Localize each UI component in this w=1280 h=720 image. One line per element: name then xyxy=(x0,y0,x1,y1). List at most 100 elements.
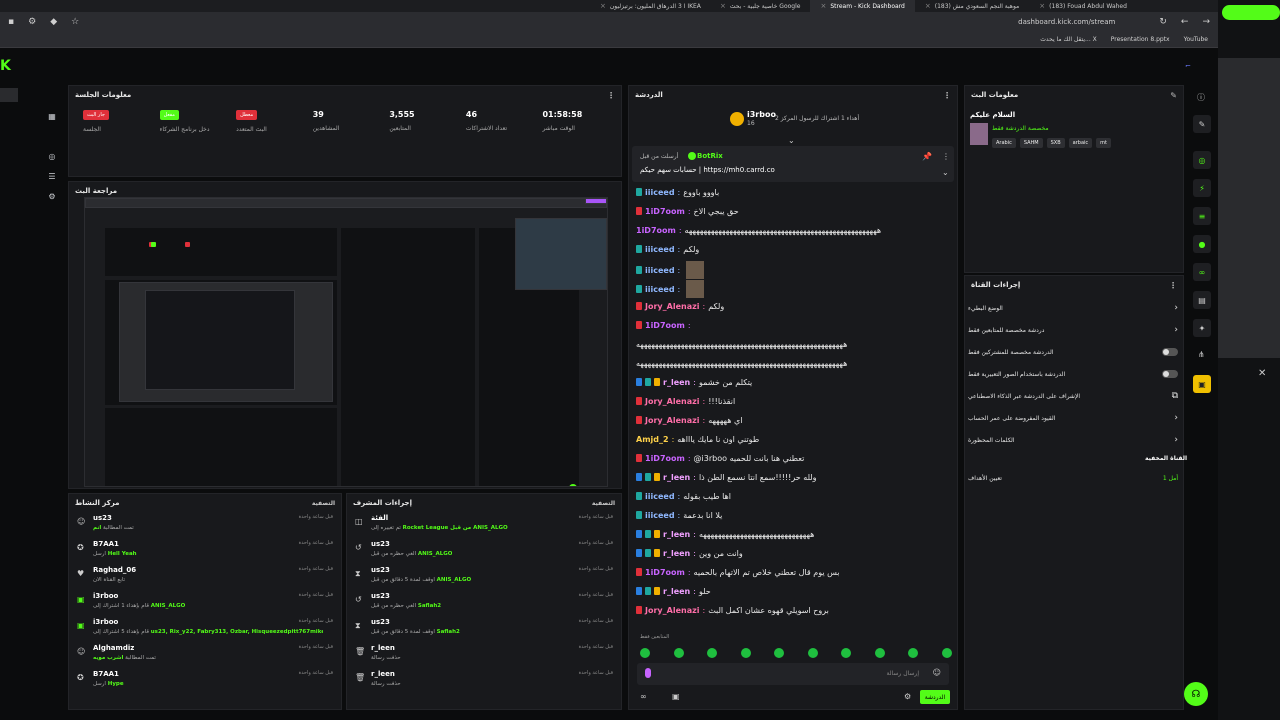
chat-username[interactable]: iiiceed xyxy=(645,492,675,501)
chat-username[interactable]: 1iD7oom xyxy=(645,568,685,577)
list-icon[interactable]: ≡ xyxy=(1193,207,1211,225)
star-icon[interactable]: ☆ xyxy=(71,17,79,27)
chat-message[interactable]: Jory_Alenazi: !!!انقذنا xyxy=(636,394,954,408)
quick-emote-icon[interactable] xyxy=(874,648,885,658)
item-username[interactable]: r_leen xyxy=(371,670,395,678)
chat-username[interactable]: 1iD7oom xyxy=(645,454,685,463)
quick-emote-icon[interactable] xyxy=(640,648,650,658)
stream-icon[interactable]: ◎ xyxy=(47,152,57,162)
chat-username[interactable]: Jory_Alenazi xyxy=(645,302,699,311)
browser-tab[interactable]: × (183) موهبة النجم السعودي مش xyxy=(915,0,1029,12)
tag-chip[interactable]: arbaic xyxy=(1068,138,1093,148)
chat-username[interactable]: r_leen xyxy=(663,549,690,558)
tag-chip[interactable]: SAHM xyxy=(1019,138,1043,148)
close-tab-icon[interactable]: × xyxy=(720,2,726,10)
chevron-right-icon[interactable]: › xyxy=(1174,413,1178,423)
item-username[interactable]: us23 xyxy=(93,514,112,522)
tag-chip[interactable]: SXB xyxy=(1046,138,1065,148)
chat-message[interactable]: هههههههههههههههههههههههههههههههههههههههه… xyxy=(636,337,954,351)
chat-message[interactable]: iiiceed: اها طيب بقوله xyxy=(636,489,954,503)
quick-emote-icon[interactable] xyxy=(807,648,818,658)
infinity-icon[interactable]: ∞ xyxy=(640,692,647,701)
quick-emote-icon[interactable] xyxy=(941,648,952,658)
bookmark-item[interactable]: YouTube xyxy=(1184,36,1208,43)
store-icon[interactable]: ▣ xyxy=(672,692,680,701)
browser-tab[interactable]: × خاصية جلبية - بحث Google xyxy=(710,0,810,12)
item-username[interactable]: Alghamdiz xyxy=(93,644,134,652)
chat-message[interactable]: 1iD7oom: بس يوم قال تعطني خلاص تم الاتهام… xyxy=(636,565,954,579)
url-field[interactable]: dashboard.kick.com/stream xyxy=(1018,18,1115,26)
settings-icon[interactable]: ⚙ xyxy=(47,192,57,202)
chevron-right-icon[interactable]: › xyxy=(1174,435,1178,445)
goal-row[interactable]: تعيين الأهداف أمل 1 xyxy=(966,470,1180,486)
chat-username[interactable]: 1iD7oom xyxy=(645,207,685,216)
close-tab-icon[interactable]: × xyxy=(925,2,931,10)
chevron-right-icon[interactable]: › xyxy=(1174,303,1178,313)
info-icon[interactable]: ⓘ xyxy=(1197,92,1205,103)
kebab-icon[interactable]: ⋮ xyxy=(943,91,951,100)
chat-username[interactable]: Jory_Alenazi xyxy=(645,397,699,406)
chat-message[interactable]: Jory_Alenazi: بروح اسويلي قهوه عشان اكمل … xyxy=(636,603,954,617)
chat-username[interactable]: Jory_Alenazi xyxy=(645,416,699,425)
channel-action-row[interactable]: القيود المفروضة على عمر الحساب › xyxy=(966,410,1180,426)
browser-tab[interactable]: × (183) Fouad Abdul Wahed xyxy=(1029,0,1137,12)
settings-icon[interactable]: ⚙ xyxy=(904,692,911,701)
chat-username[interactable]: r_leen xyxy=(663,473,690,482)
chevron-down-icon[interactable]: ⌄ xyxy=(942,168,949,177)
browser-tab[interactable]: × Stream - Kick Dashboard xyxy=(810,0,915,12)
layout-icon[interactable]: ▤ xyxy=(1193,291,1211,309)
emoji-icon[interactable]: ☺ xyxy=(933,668,941,677)
quick-emote-icon[interactable] xyxy=(908,648,919,658)
channel-action-row[interactable]: الوضع البطيء › xyxy=(966,300,1180,316)
chat-username[interactable]: iiiceed xyxy=(645,285,675,294)
chat-message[interactable]: r_leen: حلو xyxy=(636,584,954,598)
tag-chip[interactable]: mt xyxy=(1096,138,1111,148)
gift-button-icon[interactable]: ▣ xyxy=(1193,375,1211,393)
chat-message[interactable]: iiiceed: xyxy=(636,280,954,298)
item-username[interactable]: Raghad_06 xyxy=(93,566,136,574)
kebab-icon[interactable]: ⋮ xyxy=(1169,281,1177,290)
chat-message[interactable]: 1iD7oom: هههههههههههههههههههههههههههههههه… xyxy=(636,223,954,237)
tag-chip[interactable]: Arabic xyxy=(992,138,1016,148)
chat-message[interactable]: هههههههههههههههههههههههههههههههههههههههه… xyxy=(636,356,954,370)
channel-action-row[interactable]: الدردشة مخصصة للمشتركين فقط xyxy=(966,344,1180,360)
pin-icon[interactable]: 📌 xyxy=(922,152,932,161)
chat-message[interactable]: iiiceed: ولكم xyxy=(636,242,954,256)
browser-tab[interactable]: × ا 3 الدرهاق المليون: برتيزليون IKEA xyxy=(590,0,710,12)
chat-message[interactable]: iiiceed: xyxy=(636,261,954,279)
dashboard-icon[interactable]: ▦ xyxy=(47,112,57,122)
item-username[interactable]: us23 xyxy=(371,618,390,626)
pinned-text[interactable]: حسابات سهم حيكم | https://mh0.carrd.co xyxy=(640,166,775,174)
link-icon[interactable]: ∞ xyxy=(1193,263,1211,281)
chat-username[interactable]: Amjd_2 xyxy=(636,435,669,444)
chat-message[interactable]: Jory_Alenazi: اي هههههه xyxy=(636,413,954,427)
quick-emote-icon[interactable] xyxy=(707,648,718,658)
forward-icon[interactable]: → xyxy=(1202,17,1210,27)
profile-pill[interactable] xyxy=(1222,5,1280,20)
chat-username[interactable]: Jory_Alenazi xyxy=(645,606,699,615)
bookmark-item[interactable]: يتقل الك ما يحدث... X xyxy=(1040,36,1096,43)
chevron-down-icon[interactable]: ⌄ xyxy=(788,136,795,145)
channel-action-row[interactable]: الدردشة باستخدام الصور التعبيرية فقط xyxy=(966,366,1180,382)
item-username[interactable]: r_leen xyxy=(371,644,395,652)
extension-icon[interactable]: ⚙ xyxy=(28,17,36,27)
quick-emote-icon[interactable] xyxy=(774,648,785,658)
chat-send-button[interactable]: الدردشة xyxy=(920,690,950,704)
chat-message[interactable]: iiiceed: باووو باووع xyxy=(636,185,954,199)
filter-button[interactable]: التصفية xyxy=(312,500,335,507)
chevron-right-icon[interactable]: › xyxy=(1174,325,1178,335)
stream-video[interactable] xyxy=(84,197,608,487)
quick-emote-icon[interactable] xyxy=(740,648,751,658)
chat-username[interactable]: r_leen xyxy=(663,587,690,596)
menu-icon[interactable]: ▪ xyxy=(8,17,14,27)
chat-message[interactable]: 1iD7oom: حق يبجي الاخ xyxy=(636,204,954,218)
chat-username[interactable]: 1iD7oom xyxy=(645,321,685,330)
chat-message[interactable]: r_leen: ولله حر!!!!!سمع انتا نسمع الطن ذا xyxy=(636,470,954,484)
kebab-icon[interactable]: ⋮ xyxy=(942,152,950,161)
external-link-icon[interactable]: ⧉ xyxy=(1172,391,1178,401)
target-icon[interactable]: ◎ xyxy=(1193,151,1211,169)
help-icon[interactable]: ☊ xyxy=(1184,682,1208,706)
chat-message[interactable]: r_leen: وانت من وين xyxy=(636,546,954,560)
close-tab-icon[interactable]: × xyxy=(820,2,826,10)
item-username[interactable]: i3rboo xyxy=(93,592,118,600)
